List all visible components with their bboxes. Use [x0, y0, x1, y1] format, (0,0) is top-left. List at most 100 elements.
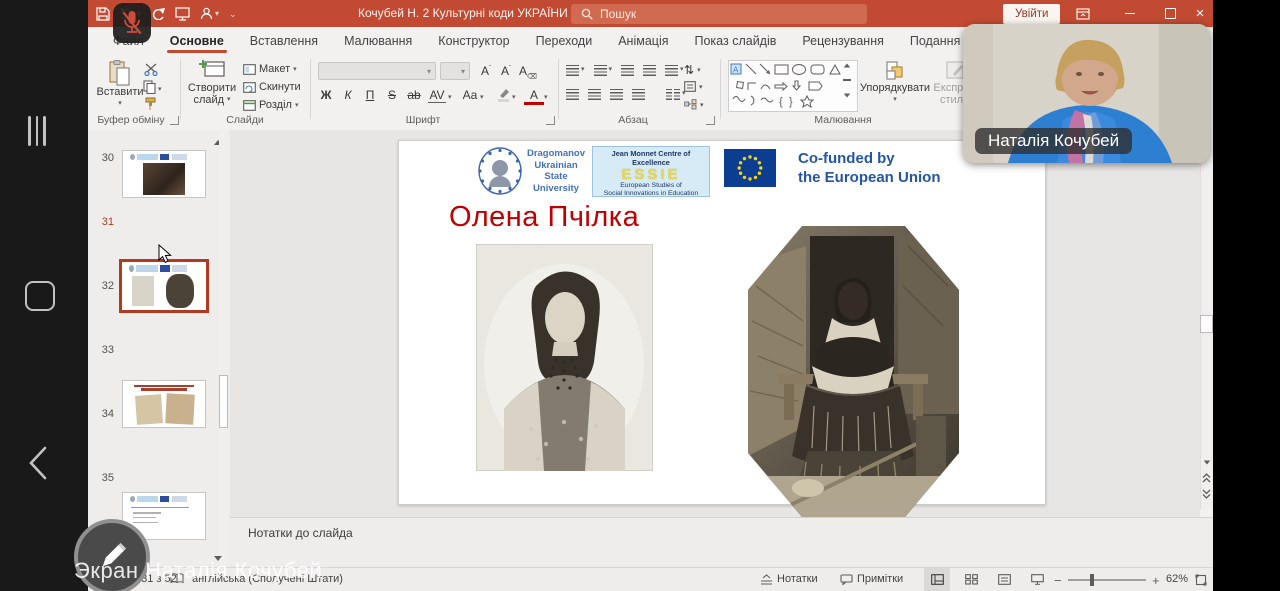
convert-smartart-button[interactable]: ▾ [684, 99, 704, 110]
ribbon-display-options-icon[interactable] [1063, 0, 1103, 27]
notes-placeholder[interactable]: Нотатки до слайда [248, 526, 353, 540]
slide-thumbnail-32[interactable] [122, 380, 206, 428]
share-person-icon[interactable] [200, 7, 213, 20]
grow-font-button[interactable]: Аˆ [476, 64, 496, 78]
increase-indent-button[interactable] [643, 65, 656, 76]
font-dialog-launcher[interactable] [546, 116, 555, 125]
zoom-slider-thumb[interactable] [1090, 574, 1094, 586]
thumbnails-scrollbar-track[interactable] [219, 130, 228, 567]
slide-title[interactable]: Олена Пчілка [449, 201, 639, 234]
scroll-down-button[interactable] [1200, 455, 1213, 469]
tab-slideshow[interactable]: Показ слайдів [682, 27, 790, 55]
font-color-button[interactable]: А [524, 88, 544, 105]
numbering-button[interactable]: ▾ [594, 65, 613, 76]
notes-toggle[interactable]: Нотатки [760, 573, 818, 585]
justify-button[interactable] [632, 89, 645, 100]
shapes-more[interactable] [843, 79, 851, 81]
fit-slide-to-window-button[interactable] [1188, 568, 1214, 591]
align-right-button[interactable] [610, 89, 623, 100]
tab-view[interactable]: Подання [897, 27, 973, 55]
previous-slide-button[interactable] [1200, 471, 1213, 485]
home-icon[interactable] [25, 281, 55, 311]
tab-transitions[interactable]: Переходи [523, 27, 606, 55]
normal-view-button[interactable] [924, 568, 950, 591]
tab-design[interactable]: Конструктор [425, 27, 522, 55]
align-text-button[interactable]: ▾ [684, 81, 703, 92]
font-name-select[interactable]: ▾ [318, 62, 436, 80]
cut-button[interactable] [144, 63, 159, 81]
main-scrollbar-thumb[interactable] [1200, 315, 1213, 333]
svg-text:}: } [789, 96, 793, 108]
paste-button[interactable]: Вставити ▾ [98, 60, 142, 110]
sign-in-button[interactable]: Увійти [1003, 4, 1060, 24]
arrange-icon [884, 60, 906, 82]
customize-qat-icon[interactable]: ⌄ [229, 10, 237, 18]
next-slide-button[interactable] [1200, 487, 1213, 501]
strikethrough-button[interactable]: S [382, 88, 402, 102]
slide-thumbnail-30[interactable] [122, 150, 206, 198]
align-center-button[interactable] [588, 89, 601, 100]
back-icon[interactable] [27, 446, 49, 480]
bullets-button[interactable]: ▾ [566, 65, 585, 76]
save-icon[interactable] [96, 7, 110, 21]
character-spacing-caret[interactable]: ▾ [448, 93, 452, 101]
share-dropdown-caret[interactable]: ▾ [215, 10, 219, 18]
line-spacing-button[interactable]: ▾ [665, 65, 684, 76]
zoom-level[interactable]: 62% [1166, 573, 1188, 585]
zoom-out-button[interactable]: − [1054, 573, 1062, 588]
highlight-button[interactable] [496, 88, 511, 107]
minimize-button[interactable] [1110, 0, 1150, 27]
tab-review[interactable]: Рецензування [789, 27, 896, 55]
thumbnails-scrollbar-thumb[interactable] [219, 375, 228, 428]
decrease-indent-button[interactable] [621, 65, 634, 76]
section-button[interactable]: Розділ▾ [243, 99, 298, 111]
tab-draw[interactable]: Малювання [331, 27, 425, 55]
thumbnail-text-line [131, 507, 188, 508]
new-slide-button[interactable]: Створити слайд▾ [186, 60, 238, 106]
bold-button[interactable]: Ж [316, 88, 336, 102]
font-color-caret[interactable]: ▾ [544, 93, 548, 101]
shapes-scroll-down[interactable] [843, 93, 851, 98]
paragraph-dialog-launcher[interactable] [706, 116, 715, 125]
muted-microphone-indicator[interactable] [113, 3, 151, 43]
redo-icon[interactable] [151, 7, 165, 20]
clear-formatting-button[interactable]: А⌫ [518, 64, 538, 80]
zoom-in-button[interactable]: + [1152, 573, 1160, 588]
reading-view-button[interactable] [991, 568, 1017, 591]
slide-sorter-view-button[interactable] [958, 568, 984, 591]
slide-canvas[interactable]: Dragomanov Ukrainian State University Je… [398, 140, 1046, 505]
search-box[interactable]: Пошук [571, 4, 867, 24]
character-spacing-button[interactable]: AV [428, 88, 446, 103]
change-case-button[interactable]: Aa [460, 88, 480, 102]
clipboard-dialog-launcher[interactable] [170, 116, 179, 125]
arrange-button[interactable]: Упорядкувати ▾ [864, 60, 926, 106]
columns-button[interactable]: ▾ [666, 89, 686, 100]
zoom-slider-track[interactable] [1068, 579, 1146, 581]
copy-button[interactable]: ▾ [143, 80, 162, 94]
portrait-photo-right[interactable] [748, 226, 959, 517]
tab-home[interactable]: Основне [157, 27, 237, 55]
recents-icon[interactable] [28, 116, 54, 146]
italic-button[interactable]: К [338, 88, 358, 102]
highlight-caret[interactable]: ▾ [512, 93, 516, 101]
subscript-button[interactable]: ab [404, 88, 424, 102]
portrait-photo-left[interactable] [476, 244, 653, 471]
underline-button[interactable]: П [360, 88, 380, 102]
text-direction-button[interactable]: ⇅▾ [684, 63, 701, 77]
notes-panel[interactable]: Нотатки до слайда [230, 517, 1213, 568]
shapes-gallery[interactable]: A [728, 60, 858, 112]
shapes-scroll-up[interactable] [843, 63, 851, 68]
slideshow-view-button[interactable] [1024, 568, 1050, 591]
reset-button[interactable]: Скинути [243, 81, 301, 93]
layout-button[interactable]: Макет▾ [243, 63, 297, 75]
font-size-select[interactable]: ▾ [440, 62, 470, 80]
slide-thumbnail-31-selected[interactable] [119, 259, 209, 313]
comments-toggle[interactable]: Примітки [840, 573, 903, 585]
shrink-font-button[interactable]: Аˇ [496, 64, 516, 78]
tab-insert[interactable]: Вставлення [237, 27, 331, 55]
tab-animations[interactable]: Анімація [605, 27, 681, 55]
align-left-button[interactable] [566, 89, 579, 100]
start-slideshow-icon[interactable] [175, 7, 190, 21]
screen: ▾ ▾ ⌄ Кочубей Н. 2 Культурні коди УКРАЇН… [0, 0, 1280, 591]
change-case-caret[interactable]: ▾ [480, 93, 484, 101]
